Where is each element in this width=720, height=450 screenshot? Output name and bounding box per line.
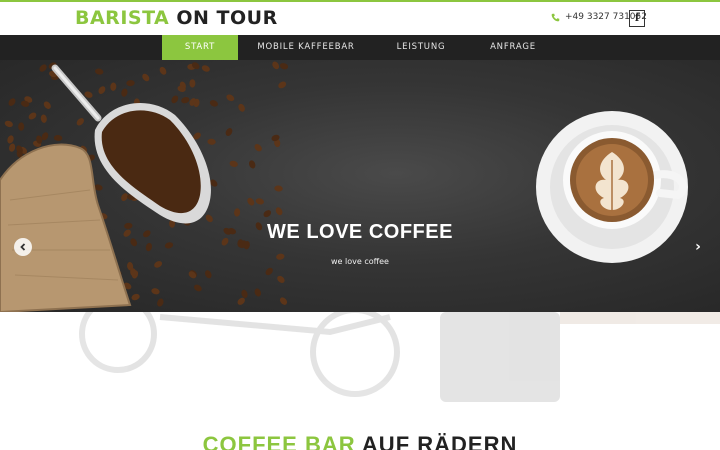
section-heading-accent: COFFEE BAR — [202, 432, 356, 450]
hero-title-text: WE LOVE COFFEE — [267, 221, 453, 243]
facebook-icon: f — [634, 13, 640, 24]
phone-icon — [551, 13, 560, 21]
logo-word-2: ON TOUR — [176, 7, 278, 29]
nav-item-mobile-kaffeebar[interactable]: MOBILE KAFFEEBAR — [252, 35, 360, 60]
section-heading-dark: AUF RÄDERN — [361, 432, 518, 450]
nav-item-start[interactable]: START — [162, 35, 238, 60]
logo-word-1: BARISTA — [75, 7, 170, 29]
hero-coffee-image — [0, 61, 688, 312]
facebook-button[interactable]: f — [629, 10, 645, 27]
hero-title: WE LOVE COFFEE — [0, 221, 720, 244]
site-logo[interactable]: BARISTA ON TOUR — [75, 7, 278, 29]
hero-subtitle: we love coffee — [0, 257, 720, 266]
chevron-right-icon: › — [695, 239, 701, 255]
faded-bike-background — [0, 312, 720, 412]
section-heading: COFFEE BAR AUF RÄDERN — [0, 432, 720, 450]
cargo-bike-image — [79, 312, 720, 402]
slider-next-button[interactable]: › — [690, 238, 706, 256]
hero-subtitle-text: we love coffee — [331, 257, 389, 266]
nav-item-leistung[interactable]: LEISTUNG — [386, 35, 456, 60]
site-header: BARISTA ON TOUR +49 3327 731052 f — [0, 2, 720, 35]
hero-slider: WE LOVE COFFEE we love coffee › — [0, 60, 720, 312]
nav-item-anfrage[interactable]: ANFRAGE — [480, 35, 546, 60]
main-navigation: START MOBILE KAFFEEBAR LEISTUNG ANFRAGE — [0, 35, 720, 60]
slider-prev-button[interactable] — [14, 238, 32, 256]
chevron-left-icon — [20, 243, 26, 251]
